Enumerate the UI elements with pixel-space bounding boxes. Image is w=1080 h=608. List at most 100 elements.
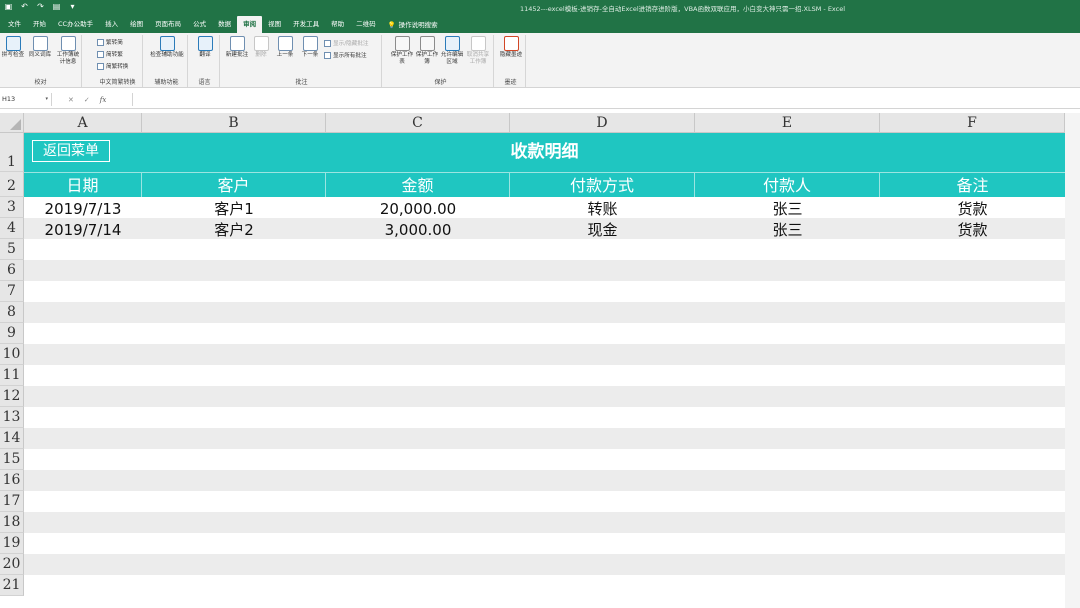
row-header-1[interactable]: 1 (0, 133, 24, 172)
row-header-5[interactable]: 5 (0, 239, 24, 260)
tab-qrcode[interactable]: 二维码 (350, 16, 382, 33)
name-box[interactable]: H13 ▾ (0, 93, 52, 106)
column-header-b[interactable]: B (142, 113, 326, 133)
row-header-9[interactable]: 9 (0, 323, 24, 344)
formula-input[interactable] (132, 93, 1076, 106)
tell-me-search[interactable]: 💡 操作说明搜索 (382, 16, 444, 33)
row-header-14[interactable]: 14 (0, 428, 24, 449)
cell-notes[interactable]: 货款 (880, 220, 1065, 241)
cell-payment-method[interactable]: 转账 (510, 199, 695, 220)
row-header-6[interactable]: 6 (0, 260, 24, 281)
group-label-language: 语言 (198, 79, 211, 86)
previous-comment-button[interactable]: 上一条 (273, 36, 297, 59)
new-comment-button[interactable]: 新建批注 (225, 36, 249, 59)
convert-button[interactable]: 简繁转换 (97, 62, 128, 70)
excel-window: ▣ ↶ ↷ ▤ ▾ 11452---excel模板-进销存-全自动Excel进销… (0, 0, 1080, 608)
undo-icon[interactable]: ↶ (20, 2, 29, 11)
tab-file[interactable]: 文件 (2, 16, 27, 33)
tab-review[interactable]: 审阅 (237, 16, 263, 33)
cell-amount[interactable]: 3,000.00 (326, 220, 510, 241)
row-header-11[interactable]: 11 (0, 365, 24, 386)
tab-cc-assistant[interactable]: CC办公助手 (52, 16, 99, 33)
tab-help[interactable]: 帮助 (325, 16, 350, 33)
to-traditional-button[interactable]: 简转繁 (97, 50, 123, 58)
comments-icon (324, 51, 331, 59)
thesaurus-button[interactable]: 同义词库 (27, 36, 53, 59)
worksheet-grid[interactable]: A B C D E F 1 2 3 4 5 6 7 8 9 10 11 12 1… (0, 113, 1080, 608)
group-label-proofing: 校对 (34, 79, 47, 86)
row-header-21[interactable]: 21 (0, 575, 24, 596)
group-proofing: 拼写检查 同义词库 工作簿统计信息 校对 (0, 35, 82, 87)
row-header-10[interactable]: 10 (0, 344, 24, 365)
quick-access-toolbar: ▣ ↶ ↷ ▤ ▾ (4, 2, 77, 11)
row-header-15[interactable]: 15 (0, 449, 24, 470)
insert-function-icon[interactable]: fx (100, 96, 107, 104)
row-band-19 (24, 533, 1065, 554)
cell-date[interactable]: 2019/7/14 (24, 220, 142, 241)
row-header-18[interactable]: 18 (0, 512, 24, 533)
column-header-f[interactable]: F (880, 113, 1065, 133)
tab-formulas[interactable]: 公式 (187, 16, 212, 33)
tab-view[interactable]: 视图 (262, 16, 287, 33)
row-header-19[interactable]: 19 (0, 533, 24, 554)
group-ink: 隐藏墨迹 墨迹 (496, 35, 526, 87)
row-header-7[interactable]: 7 (0, 281, 24, 302)
row-header-13[interactable]: 13 (0, 407, 24, 428)
row-header-17[interactable]: 17 (0, 491, 24, 512)
back-to-menu-button[interactable]: 返回菜单 (32, 140, 110, 162)
row-header-12[interactable]: 12 (0, 386, 24, 407)
cell-customer[interactable]: 客户2 (142, 220, 326, 241)
save-icon[interactable]: ▣ (4, 2, 13, 11)
ribbon-tabs: 文件 开始 CC办公助手 插入 绘图 页面布局 公式 数据 审阅 视图 开发工具… (0, 14, 1080, 33)
row-header-16[interactable]: 16 (0, 470, 24, 491)
column-header-a[interactable]: A (24, 113, 142, 133)
allow-edit-ranges-button[interactable]: 允许编辑区域 (440, 36, 464, 66)
cell-customer[interactable]: 客户1 (142, 199, 326, 220)
row-band-6 (24, 260, 1065, 281)
unshare-workbook-button[interactable]: 取消共享工作簿 (465, 36, 491, 66)
row-header-20[interactable]: 20 (0, 554, 24, 575)
convert-icon (97, 62, 104, 70)
protect-sheet-button[interactable]: 保护工作表 (390, 36, 414, 66)
tab-home[interactable]: 开始 (27, 16, 52, 33)
column-header-d[interactable]: D (510, 113, 695, 133)
row-band-16 (24, 470, 1065, 491)
customize-qat-icon[interactable]: ▾ (68, 2, 77, 11)
check-accessibility-button[interactable]: 检查辅助功能 (148, 36, 186, 59)
cell-date[interactable]: 2019/7/13 (24, 199, 142, 220)
column-header-e[interactable]: E (695, 113, 880, 133)
cell-payment-method[interactable]: 现金 (510, 220, 695, 241)
select-all-corner[interactable] (0, 113, 24, 133)
next-comment-button[interactable]: 下一条 (298, 36, 322, 59)
show-hide-comment-button[interactable]: 显示/隐藏批注 (324, 39, 368, 47)
convert-icon (97, 50, 104, 58)
protect-workbook-button[interactable]: 保护工作簿 (415, 36, 439, 66)
show-all-comments-button[interactable]: 显示所有批注 (324, 51, 367, 59)
spelling-button[interactable]: 拼写检查 (0, 36, 26, 59)
workbook-stats-button[interactable]: 工作簿统计信息 (55, 36, 81, 66)
translate-button[interactable]: 翻译 (192, 36, 218, 59)
unshare-icon (470, 36, 486, 51)
hide-ink-button[interactable]: 隐藏墨迹 (498, 36, 524, 59)
tab-developer[interactable]: 开发工具 (287, 16, 325, 33)
chevron-down-icon[interactable]: ▾ (45, 93, 48, 106)
cell-amount[interactable]: 20,000.00 (326, 199, 510, 220)
cell-payer[interactable]: 张三 (695, 199, 880, 220)
tab-page-layout[interactable]: 页面布局 (149, 16, 187, 33)
cancel-icon[interactable]: ✕ (68, 96, 74, 104)
edit-ranges-icon (444, 36, 460, 51)
cell-payer[interactable]: 张三 (695, 220, 880, 241)
column-header-c[interactable]: C (326, 113, 510, 133)
to-simplified-button[interactable]: 繁转简 (97, 38, 123, 46)
tab-draw[interactable]: 绘图 (124, 16, 149, 33)
tab-data[interactable]: 数据 (212, 16, 237, 33)
redo-icon[interactable]: ↷ (36, 2, 45, 11)
cell-notes[interactable]: 货款 (880, 199, 1065, 220)
row-header-8[interactable]: 8 (0, 302, 24, 323)
form-icon[interactable]: ▤ (52, 2, 61, 11)
enter-icon[interactable]: ✓ (84, 96, 90, 104)
delete-comment-button[interactable]: 删除 (250, 36, 272, 59)
tab-insert[interactable]: 插入 (99, 16, 124, 33)
new-comment-icon (229, 36, 245, 51)
title-bar: ▣ ↶ ↷ ▤ ▾ 11452---excel模板-进销存-全自动Excel进销… (0, 0, 1080, 14)
